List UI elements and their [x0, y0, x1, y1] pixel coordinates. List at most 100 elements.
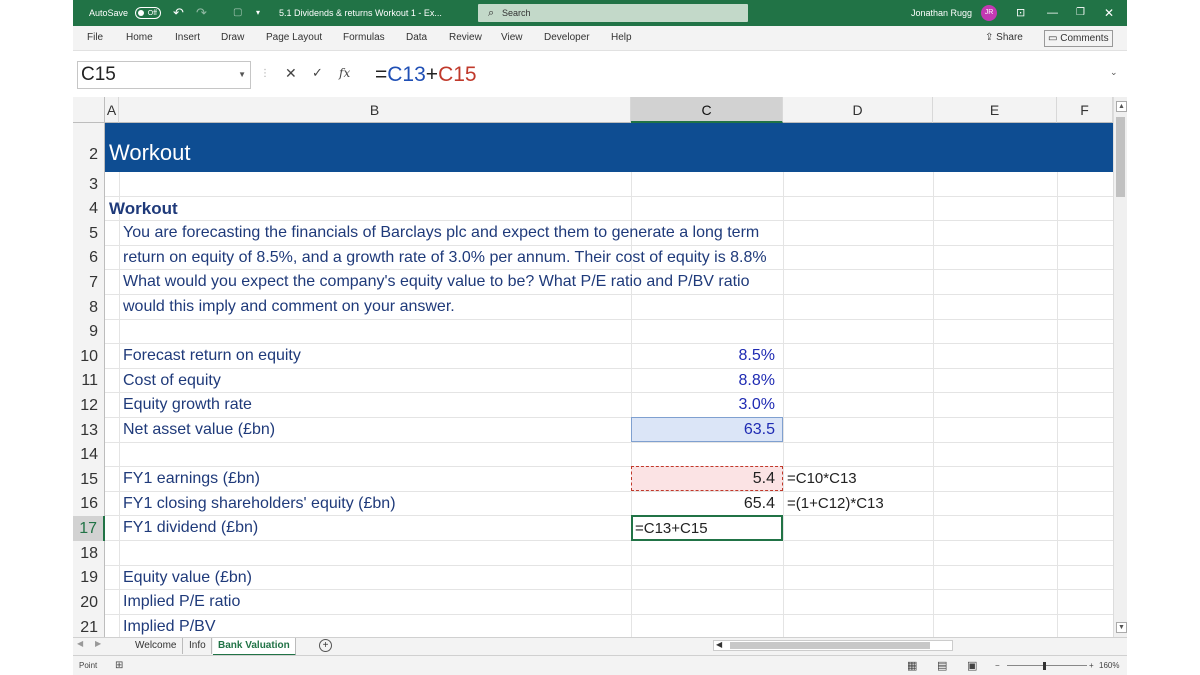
tab-review[interactable]: Review: [449, 26, 482, 50]
tab-help[interactable]: Help: [611, 26, 632, 50]
worksheet-grid[interactable]: A B C D E F Workout 2 3 4 5 6 7 8 9 10 1…: [73, 97, 1113, 637]
row-header-2[interactable]: 2: [73, 123, 105, 172]
value-c11[interactable]: 8.8%: [631, 369, 775, 393]
column-header-a[interactable]: A: [105, 97, 119, 123]
row-header-6[interactable]: 6: [73, 246, 105, 270]
formula-text-d16[interactable]: =(1+C12)*C13: [787, 492, 884, 516]
formula-text-d15[interactable]: =C10*C13: [787, 467, 857, 491]
label-fy1-dividend: FY1 dividend (£bn): [123, 519, 259, 536]
grid-hline: [105, 319, 1113, 320]
restore-icon[interactable]: ❐: [1076, 0, 1085, 26]
grid-hline: [105, 614, 1113, 615]
row-header-18[interactable]: 18: [73, 541, 105, 566]
column-header-d[interactable]: D: [783, 97, 933, 123]
next-sheet-icon[interactable]: ▶: [95, 639, 101, 648]
tab-data[interactable]: Data: [406, 26, 427, 50]
normal-view-icon[interactable]: ▦: [907, 656, 917, 675]
minimize-icon[interactable]: —: [1047, 0, 1058, 26]
row-header-12[interactable]: 12: [73, 393, 105, 418]
expand-formula-bar-icon[interactable]: ⌄: [1110, 67, 1118, 78]
comments-button[interactable]: ▭ Comments: [1044, 30, 1113, 47]
formula-input[interactable]: =C13+C15: [375, 63, 477, 87]
row-header-7[interactable]: 7: [73, 270, 105, 295]
select-all-corner[interactable]: [73, 97, 105, 123]
vertical-scrollbar[interactable]: ▲ ▼: [1113, 97, 1127, 637]
name-box-dropdown-icon[interactable]: ▼: [238, 62, 246, 88]
row-header-21[interactable]: 21: [73, 615, 105, 637]
value-c16[interactable]: 65.4: [631, 492, 775, 516]
share-icon: ⇪: [985, 32, 997, 43]
tab-view[interactable]: View: [501, 26, 523, 50]
label-fy1-equity: FY1 closing shareholders' equity (£bn): [123, 495, 396, 512]
row-header-5[interactable]: 5: [73, 221, 105, 246]
column-header-b[interactable]: B: [119, 97, 631, 123]
row-header-4[interactable]: 4: [73, 197, 105, 221]
tab-draw[interactable]: Draw: [221, 26, 244, 50]
column-header-f[interactable]: F: [1057, 97, 1113, 123]
value-c12[interactable]: 3.0%: [631, 393, 775, 417]
grid-hline: [105, 196, 1113, 197]
row-header-20[interactable]: 20: [73, 590, 105, 615]
row-header-16[interactable]: 16: [73, 492, 105, 516]
cancel-icon[interactable]: ✕: [285, 65, 297, 82]
formula-bar-grip-icon[interactable]: ⋮: [260, 68, 270, 79]
row-header-17[interactable]: 17: [73, 516, 105, 541]
page-layout-view-icon[interactable]: ▤: [937, 656, 947, 675]
row-header-15[interactable]: 15: [73, 467, 105, 492]
search-box[interactable]: ⌕ Search: [478, 4, 748, 22]
value-c15[interactable]: 5.4: [631, 467, 775, 491]
zoom-level[interactable]: 160%: [1099, 656, 1119, 675]
add-sheet-icon[interactable]: +: [319, 639, 332, 652]
enter-icon[interactable]: ✓: [312, 65, 323, 81]
tab-file[interactable]: File: [87, 26, 103, 50]
column-header-e[interactable]: E: [933, 97, 1057, 123]
zoom-in-icon[interactable]: +: [1089, 656, 1094, 675]
save-icon[interactable]: ▢: [233, 0, 242, 26]
tab-formulas[interactable]: Formulas: [343, 26, 385, 50]
tab-home[interactable]: Home: [126, 26, 153, 50]
customize-qat-icon[interactable]: ▾: [256, 0, 260, 26]
user-name[interactable]: Jonathan Rugg: [911, 0, 972, 26]
scroll-thumb[interactable]: [1116, 117, 1125, 197]
prev-sheet-icon[interactable]: ◀: [77, 639, 83, 648]
row-header-10[interactable]: 10: [73, 344, 105, 369]
sheet-tab-info[interactable]: Info: [184, 638, 212, 654]
page-break-view-icon[interactable]: ▣: [967, 656, 977, 675]
avatar[interactable]: JR: [981, 5, 997, 21]
row-header-3[interactable]: 3: [73, 172, 105, 197]
tab-page-layout[interactable]: Page Layout: [266, 26, 322, 50]
tab-developer[interactable]: Developer: [544, 26, 590, 50]
row-header-9[interactable]: 9: [73, 320, 105, 344]
row-header-19[interactable]: 19: [73, 566, 105, 590]
zoom-slider-track[interactable]: [1007, 665, 1087, 666]
horizontal-scroll-thumb[interactable]: [730, 642, 930, 649]
value-c13[interactable]: 63.5: [631, 418, 775, 442]
editing-cell-text[interactable]: =C13+C15: [635, 517, 708, 541]
undo-icon[interactable]: ↶: [173, 0, 184, 26]
share-button[interactable]: ⇪ Share: [985, 31, 1023, 45]
scroll-down-icon[interactable]: ▼: [1116, 622, 1127, 633]
value-c10[interactable]: 8.5%: [631, 344, 775, 368]
name-box[interactable]: C15 ▼: [77, 61, 251, 89]
ribbon-display-options-icon[interactable]: ⊡: [1016, 0, 1025, 26]
zoom-out-icon[interactable]: −: [995, 656, 1000, 675]
column-header-c[interactable]: C: [631, 97, 783, 123]
autosave-state: Off: [147, 10, 157, 17]
row-header-13[interactable]: 13: [73, 418, 105, 443]
tab-insert[interactable]: Insert: [175, 26, 200, 50]
zoom-slider-knob[interactable]: [1043, 662, 1046, 670]
row-header-14[interactable]: 14: [73, 443, 105, 467]
insert-function-icon[interactable]: fx: [339, 66, 350, 80]
sheet-tab-bank-valuation[interactable]: Bank Valuation: [213, 638, 296, 656]
redo-icon[interactable]: ↷: [196, 0, 207, 26]
autosave-toggle[interactable]: Off: [135, 7, 161, 19]
sheet-tab-welcome[interactable]: Welcome: [130, 638, 183, 654]
accessibility-icon[interactable]: ⊞: [115, 656, 123, 675]
row-header-8[interactable]: 8: [73, 295, 105, 320]
scroll-up-icon[interactable]: ▲: [1116, 101, 1127, 112]
row-header-11[interactable]: 11: [73, 369, 105, 393]
close-icon[interactable]: ✕: [1104, 0, 1114, 26]
horizontal-scrollbar[interactable]: ◀: [713, 640, 953, 651]
status-bar: Point ⊞ ▦ ▤ ▣ − + 160%: [73, 655, 1127, 675]
scroll-left-icon[interactable]: ◀: [716, 640, 722, 649]
